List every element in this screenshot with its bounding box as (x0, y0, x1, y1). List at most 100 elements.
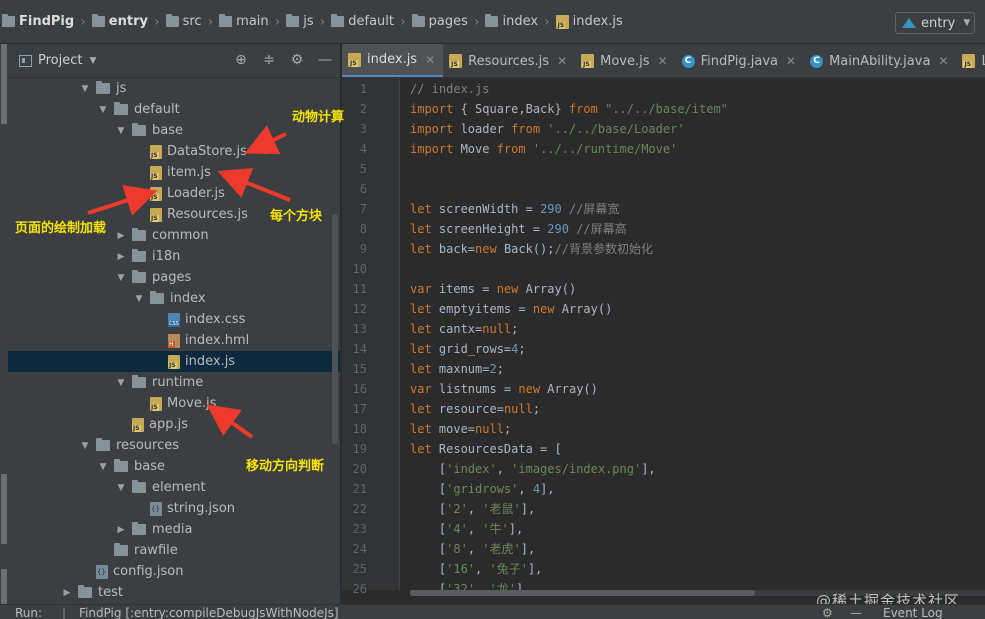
line-number: 1 (359, 82, 367, 96)
tree-item-config-json[interactable]: config.json (8, 561, 340, 582)
tree-item-string-json[interactable]: string.json (8, 498, 340, 519)
breadcrumb-item[interactable]: entry (91, 14, 148, 29)
code-line[interactable]: let screenHeight = 290 //屏幕高 (410, 219, 627, 239)
code-line[interactable]: let back=new Back();//背景参数初始化 (410, 239, 653, 259)
code-line[interactable]: import loader from '../../base/Loader' (410, 119, 685, 139)
tree-item-label: resources (116, 438, 180, 453)
breadcrumb-item[interactable]: index.js (555, 14, 623, 29)
code-line[interactable]: ['8', '老虎'], (410, 539, 535, 559)
expanded-arrow-icon[interactable]: ▼ (116, 378, 126, 388)
expanded-arrow-icon[interactable]: ▼ (134, 294, 144, 304)
code-line[interactable]: ['index', 'images/index.png'], (410, 459, 656, 479)
collapsed-arrow-icon[interactable]: ▶ (62, 588, 72, 598)
code-line[interactable]: ['4', '牛'], (410, 519, 523, 539)
editor-tab[interactable]: C FindPig.java ✕ (676, 44, 805, 77)
tree-item-label: index (170, 291, 206, 306)
close-tab-icon[interactable]: ✕ (425, 53, 435, 67)
code-line[interactable]: let move=null; (410, 419, 511, 439)
folder-icon (150, 291, 164, 304)
expanded-arrow-icon[interactable]: ▼ (116, 483, 126, 493)
tree-item-media[interactable]: ▶ media (8, 519, 340, 540)
code-line[interactable]: let maxnum=2; (410, 359, 504, 379)
editor-tab[interactable]: Move.js ✕ (575, 44, 675, 77)
code-line[interactable]: ['2', '老鼠'], (410, 499, 535, 519)
code-line[interactable]: // index.js (410, 79, 489, 99)
event-log-button[interactable]: Event Log (883, 606, 943, 619)
tree-item-pages[interactable]: ▼ pages (8, 267, 340, 288)
favorites-tool-tab[interactable] (1, 569, 7, 604)
code-line[interactable]: let grid_rows=4; (410, 339, 526, 359)
close-tab-icon[interactable]: ✕ (786, 54, 796, 68)
structure-tool-tab[interactable] (1, 474, 7, 544)
tree-item-index[interactable]: ▼ index (8, 288, 340, 309)
collapsed-arrow-icon[interactable]: ▶ (116, 525, 126, 535)
tree-item-item-js[interactable]: item.js (8, 162, 340, 183)
code-line[interactable]: let ResourcesData = [ (410, 439, 562, 459)
breadcrumb-item[interactable]: default (331, 14, 394, 29)
code-line[interactable]: let screenWidth = 290 //屏幕宽 (410, 199, 619, 219)
scrollbar-thumb[interactable] (410, 590, 755, 596)
expanded-arrow-icon[interactable]: ▼ (98, 462, 108, 472)
close-tab-icon[interactable]: ✕ (557, 54, 567, 68)
code-line[interactable]: let emptyitems = new Array() (410, 299, 612, 319)
left-tool-window-strip[interactable] (0, 44, 8, 604)
close-tab-icon[interactable]: ✕ (938, 54, 948, 68)
editor-tab[interactable]: Loader.js (956, 44, 985, 77)
project-tool-tab[interactable] (1, 44, 7, 124)
expanded-arrow-icon[interactable]: ▼ (80, 441, 90, 451)
tree-item-rawfile[interactable]: rawfile (8, 540, 340, 561)
tree-item-index-css[interactable]: index.css (8, 309, 340, 330)
gear-icon[interactable]: ⚙ (288, 52, 306, 68)
tree-item-resources[interactable]: ▼ resources (8, 435, 340, 456)
editor-tab[interactable]: index.js ✕ (342, 44, 444, 77)
minimize-icon[interactable]: — (850, 606, 862, 619)
expanded-arrow-icon[interactable]: ▼ (116, 273, 126, 283)
expanded-arrow-icon[interactable]: ▼ (116, 126, 126, 136)
expanded-arrow-icon[interactable]: ▼ (98, 105, 108, 115)
tree-item-element[interactable]: ▼ element (8, 477, 340, 498)
code-line[interactable]: ['gridrows', 4], (410, 479, 555, 499)
tree-item-datastore-js[interactable]: DataStore.js (8, 141, 340, 162)
breadcrumb-item[interactable]: FindPig (2, 14, 74, 29)
code-line[interactable]: let resource=null; (410, 399, 540, 419)
tree-item-app-js[interactable]: app.js (8, 414, 340, 435)
minimize-icon[interactable]: — (316, 52, 334, 68)
breadcrumb-item[interactable]: index (485, 14, 538, 29)
collapsed-arrow-icon[interactable]: ▶ (116, 252, 126, 262)
editor-tab[interactable]: C MainAbility.java ✕ (804, 44, 956, 77)
code-line[interactable]: ['16', '兔子'], (410, 559, 543, 579)
collapse-all-icon[interactable]: ≑ (260, 52, 278, 68)
breadcrumb-item[interactable]: src (165, 14, 202, 29)
line-number: 24 (352, 542, 367, 556)
code-line[interactable]: var listnums = new Array() (410, 379, 598, 399)
code-line[interactable]: import Move from '../../runtime/Move' (410, 139, 677, 159)
close-tab-icon[interactable]: ✕ (658, 54, 668, 68)
run-configuration-selector[interactable]: entry ▼ (895, 12, 975, 34)
project-tree-scrollbar[interactable] (332, 214, 338, 444)
tree-item-loader-js[interactable]: Loader.js (8, 183, 340, 204)
tree-item-runtime[interactable]: ▼ runtime (8, 372, 340, 393)
editor-tab[interactable]: Resources.js ✕ (443, 44, 575, 77)
run-task-tab[interactable]: FindPig [:entry:compileDebugJsWithNodeJs… (79, 606, 339, 619)
chevron-down-icon: ▼ (89, 55, 97, 66)
tree-item-i18n[interactable]: ▶ i18n (8, 246, 340, 267)
breadcrumb-item[interactable]: pages (411, 14, 468, 29)
breadcrumb-label: index (502, 14, 539, 29)
code-line[interactable]: ['32', '龙'], (410, 579, 531, 590)
breadcrumb-item[interactable]: main (219, 14, 269, 29)
tree-item-index-hml[interactable]: index.hml (8, 330, 340, 351)
js-file-icon (168, 354, 180, 369)
tree-item-js[interactable]: ▼ js (8, 78, 340, 99)
code-line[interactable]: import { Square,Back} from "../../base/i… (410, 99, 728, 119)
tree-item-move-js[interactable]: Move.js (8, 393, 340, 414)
code-line[interactable]: let cantx=null; (410, 319, 518, 339)
tree-item-test[interactable]: ▶ test (8, 582, 340, 603)
breadcrumb-item[interactable]: js (286, 14, 314, 29)
code-line[interactable]: var items = new Array() (410, 279, 576, 299)
expanded-arrow-icon[interactable]: ▼ (80, 84, 90, 94)
collapsed-arrow-icon[interactable]: ▶ (116, 231, 126, 241)
gear-icon[interactable]: ⚙ (822, 606, 833, 619)
code-editor[interactable]: // index.js import { Square,Back} from ".… (401, 78, 985, 590)
tree-item-index-js[interactable]: index.js (8, 351, 340, 372)
locate-target-icon[interactable]: ⊕ (232, 52, 250, 68)
